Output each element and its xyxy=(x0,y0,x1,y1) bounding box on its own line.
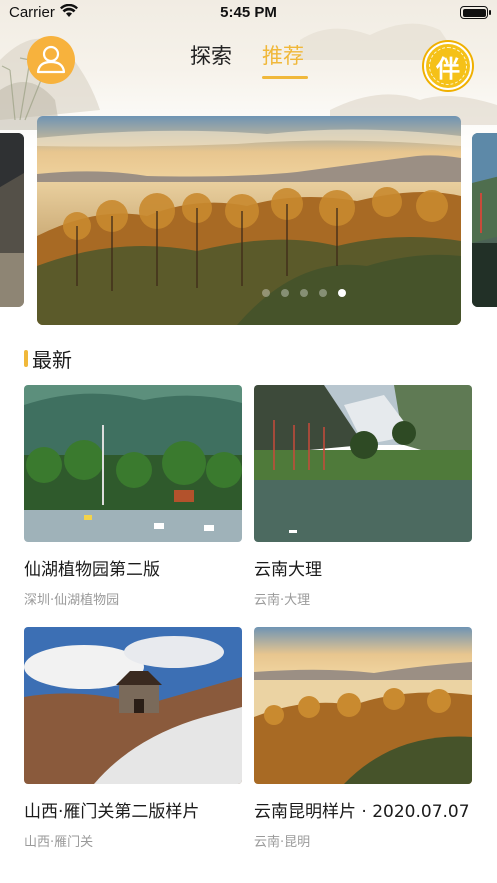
album-card[interactable]: 云南昆明样片 · 2020.07.07 云南·昆明 xyxy=(254,627,472,850)
album-thumbnail xyxy=(24,627,242,784)
tab-recommend[interactable]: 推荐 xyxy=(262,40,304,70)
album-location: 山西·雁门关 xyxy=(24,835,94,850)
active-tab-indicator xyxy=(262,76,308,79)
companion-label: 伴 xyxy=(436,54,460,83)
album-thumbnail xyxy=(254,385,472,542)
carousel-dot[interactable] xyxy=(300,289,308,297)
thumbnail-image-kunming xyxy=(254,627,472,784)
status-bar: Carrier 5:45 PM xyxy=(0,0,497,28)
carousel-dot[interactable] xyxy=(262,289,270,297)
prev-slide-image xyxy=(0,133,24,307)
album-thumbnail xyxy=(254,627,472,784)
album-title: 云南大理 xyxy=(254,560,322,580)
section-accent-bar xyxy=(24,349,28,367)
album-card[interactable]: 云南大理 云南·大理 xyxy=(254,385,472,608)
thumbnail-image-dali xyxy=(254,385,472,542)
album-location: 云南·昆明 xyxy=(254,835,311,850)
album-title: 云南昆明样片 · 2020.07.07 xyxy=(254,802,470,822)
section-title: 最新 xyxy=(32,347,72,372)
carousel-dot-active[interactable] xyxy=(338,289,346,297)
thumbnail-image-botanical xyxy=(24,385,242,542)
user-avatar-button[interactable] xyxy=(27,36,75,84)
carousel-dot[interactable] xyxy=(319,289,327,297)
tab-explore[interactable]: 探索 xyxy=(190,40,232,70)
album-thumbnail xyxy=(24,385,242,542)
next-slide-image xyxy=(472,133,497,307)
carousel-prev-slide[interactable] xyxy=(0,133,24,307)
album-location: 云南·大理 xyxy=(254,593,311,608)
section-header-latest: 最新 xyxy=(24,346,72,372)
battery-icon xyxy=(460,6,491,19)
album-card[interactable]: 仙湖植物园第二版 深圳·仙湖植物园 xyxy=(24,385,242,608)
album-title: 仙湖植物园第二版 xyxy=(24,560,160,580)
carousel-dot[interactable] xyxy=(281,289,289,297)
avatar-icon xyxy=(36,45,66,74)
carousel-pagination xyxy=(37,289,461,297)
album-card[interactable]: 山西·雁门关第二版样片 山西·雁门关 xyxy=(24,627,242,850)
carousel-banner[interactable] xyxy=(37,116,461,325)
album-location: 深圳·仙湖植物园 xyxy=(24,593,120,608)
album-title: 山西·雁门关第二版样片 xyxy=(24,802,200,822)
companion-icon: 伴 xyxy=(429,47,467,85)
thumbnail-image-yanmenguan xyxy=(24,627,242,784)
companion-button[interactable]: 伴 xyxy=(424,42,472,90)
clock: 5:45 PM xyxy=(220,4,277,21)
carousel-next-slide[interactable] xyxy=(472,133,497,307)
